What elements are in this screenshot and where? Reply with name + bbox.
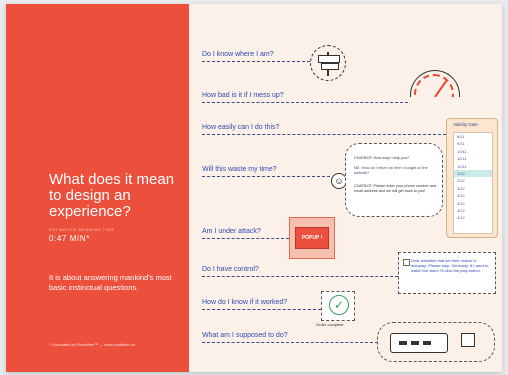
- validity-date-list: 8/11 9/11 10/11 11/11 12/11 1/12 2/12 3/12 4/12 4…: [453, 132, 493, 234]
- validity-date-option[interactable]: 8/11: [454, 133, 492, 140]
- reading-time-label: ESTIMATED READING TIME: [49, 227, 115, 232]
- validity-date-option[interactable]: 1/12: [454, 169, 492, 178]
- validity-date-option[interactable]: 12/11: [454, 163, 492, 170]
- reading-time-value: 0:47 MIN*: [49, 234, 90, 243]
- leader-line-7: [202, 309, 321, 310]
- red-panel: What does it mean to design an experienc…: [6, 4, 189, 372]
- validity-date-option[interactable]: 4/12: [454, 192, 492, 199]
- popup-label: POPUP !: [295, 227, 329, 249]
- leader-line-8: [202, 342, 378, 343]
- chat-line-1: CHATBOT: How may I help you?: [354, 156, 410, 160]
- leader-line-4: [202, 176, 330, 177]
- gauge-icon: [410, 70, 460, 97]
- validity-date-option[interactable]: 4/12: [454, 207, 492, 214]
- validity-date-option[interactable]: 11/11: [454, 155, 492, 162]
- headline: What does it mean to design an experienc…: [49, 171, 175, 220]
- intro-text: It is about answering mankind's most bas…: [49, 273, 172, 292]
- validity-date-header: Validity Date: [453, 122, 478, 127]
- checkmark-icon: ✓: [329, 295, 349, 315]
- credit-text: * Calculated by Readtime™ — www.readtime…: [49, 342, 135, 347]
- validity-date-option[interactable]: 4/12: [454, 214, 492, 221]
- validity-date-option[interactable]: 3/12: [454, 185, 492, 192]
- checkbox[interactable]: [403, 259, 410, 266]
- validity-date-dropdown[interactable]: Validity Date 8/11 9/11 10/11 11/11 12/11 1/1…: [446, 118, 498, 238]
- validity-date-option[interactable]: 10/11: [454, 148, 492, 155]
- infographic-card: What does it mean to design an experienc…: [6, 4, 502, 372]
- question-3: How easily can I do this?: [202, 124, 280, 131]
- question-8: What am I supposed to do?: [202, 332, 288, 339]
- popup-window: POPUP !: [289, 217, 335, 259]
- leader-line-6: [202, 276, 398, 277]
- question-7: How do I know if it worked?: [202, 299, 288, 306]
- success-check-box: ✓: [321, 291, 355, 321]
- chatbot-bubble: CHATBOT: How may I help you? ME: How do …: [345, 143, 443, 217]
- validity-date-option[interactable]: 2/12: [454, 177, 492, 184]
- signpost-icon: [310, 45, 346, 81]
- leader-line-5: [202, 238, 289, 239]
- lock-icon: [461, 333, 475, 347]
- question-2: How bad is it if I mess up?: [202, 92, 284, 99]
- device-icon: [390, 333, 448, 353]
- autoplay-message-text: Dear websites that set their videos to a…: [411, 258, 489, 273]
- order-complete-caption: Order complete: [316, 322, 344, 327]
- chat-line-2: ME: How do I return an item I bought on …: [354, 166, 428, 175]
- question-5: Am I under attack?: [202, 228, 261, 235]
- leader-line-3: [202, 134, 446, 135]
- autoplay-message-box: Dear websites that set their videos to a…: [398, 252, 496, 294]
- question-4: Will this waste my time?: [202, 166, 277, 173]
- chat-line-3: CHATBOT: Please enter your phone number …: [354, 184, 437, 193]
- question-1: Do I know where I am?: [202, 51, 274, 58]
- validity-date-option[interactable]: 9/11: [454, 140, 492, 147]
- leader-line-2: [202, 102, 408, 103]
- question-6: Do I have control?: [202, 266, 259, 273]
- validity-date-option[interactable]: 4/12: [454, 200, 492, 207]
- leader-line-1: [202, 61, 310, 62]
